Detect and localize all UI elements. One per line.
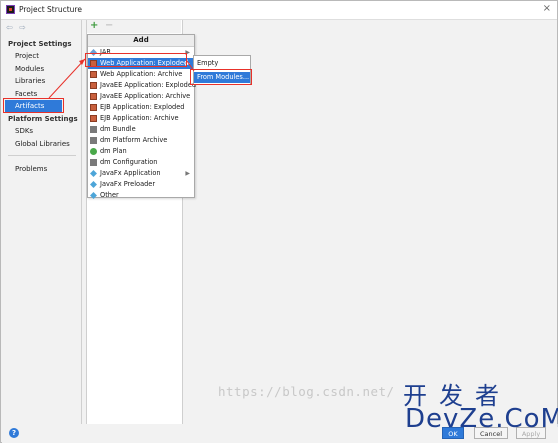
menu-item-label: Web Application: Exploded (100, 59, 189, 67)
menu-item-label: dm Plan (100, 147, 127, 155)
menu-item-web-archive[interactable]: Web Application: Archive (88, 69, 194, 80)
platform-settings-header: Platform Settings (8, 115, 78, 123)
back-forward-icon[interactable]: ⇦ ⇨ (6, 23, 28, 32)
menu-item-javafx-preloader[interactable]: JavaFx Preloader (88, 179, 194, 190)
menu-item-label: EJB Application: Archive (100, 114, 179, 122)
sidebar-item-modules[interactable]: Modules (15, 65, 44, 73)
menu-item-jar[interactable]: JAR ▶ (88, 47, 194, 58)
submenu-item-from-modules[interactable]: From Modules... (194, 72, 250, 83)
watermark-url: https://blog.csdn.net/ (218, 384, 395, 399)
javaee-exploded-icon (90, 82, 97, 89)
dm-plan-icon (90, 148, 97, 155)
submenu-arrow-icon: ▶ (185, 49, 190, 56)
sidebar-item-problems[interactable]: Problems (15, 165, 47, 173)
close-button[interactable]: × (543, 3, 551, 14)
project-settings-header: Project Settings (8, 40, 72, 48)
menu-item-label: JavaFx Preloader (100, 180, 156, 188)
menu-item-label: dm Bundle (100, 125, 136, 133)
menu-item-ejb-exploded[interactable]: EJB Application: Exploded (88, 102, 194, 113)
title-bar: Project Structure × (1, 1, 557, 20)
sidebar-item-sdks[interactable]: SDKs (15, 127, 33, 135)
other-icon (90, 192, 97, 199)
add-menu: Add JAR ▶ Web Application: Exploded ▶ We… (87, 34, 197, 201)
sidebar-item-artifacts[interactable]: Artifacts (5, 100, 62, 112)
menu-item-label: JAR (100, 48, 111, 56)
menu-item-label: JavaFx Application (100, 169, 161, 177)
add-menu-title: Add (88, 35, 194, 47)
javafx-preloader-icon (90, 181, 97, 188)
remove-icon[interactable]: − (105, 20, 113, 31)
sidebar-item-facets[interactable]: Facets (15, 90, 37, 98)
sidebar-item-global-libraries[interactable]: Global Libraries (15, 140, 70, 148)
menu-item-label: JavaEE Application: Exploded (100, 81, 197, 89)
submenu-arrow-icon: ▶ (185, 60, 190, 67)
sidebar: ⇦ ⇨ Project Settings Project Modules Lib… (2, 20, 82, 424)
menu-item-dm-configuration[interactable]: dm Configuration (88, 157, 194, 168)
menu-item-dm-bundle[interactable]: dm Bundle (88, 124, 194, 135)
menu-item-label: Web Application: Archive (100, 70, 183, 78)
menu-item-dm-platform-archive[interactable]: dm Platform Archive (88, 135, 194, 146)
web-exploded-submenu: Empty From Modules... (193, 55, 251, 85)
web-exploded-icon (90, 60, 97, 67)
ejb-exploded-icon (90, 104, 97, 111)
dm-platform-icon (90, 137, 97, 144)
menu-item-dm-plan[interactable]: dm Plan (88, 146, 194, 157)
menu-item-ejb-archive[interactable]: EJB Application: Archive (88, 113, 194, 124)
menu-item-other[interactable]: Other (88, 190, 194, 201)
watermark-logo-en: DevZe.CoM (405, 404, 558, 434)
javafx-app-icon (90, 170, 97, 177)
artifacts-toolbar: + − (87, 20, 181, 33)
window-title: Project Structure (19, 5, 82, 14)
menu-item-javafx-application[interactable]: JavaFx Application ▶ (88, 168, 194, 179)
menu-item-label: EJB Application: Exploded (100, 103, 185, 111)
dm-config-icon (90, 159, 97, 166)
dm-bundle-icon (90, 126, 97, 133)
intellij-icon (6, 5, 15, 14)
menu-item-web-exploded[interactable]: Web Application: Exploded ▶ (88, 58, 194, 69)
sidebar-item-project[interactable]: Project (15, 52, 39, 60)
help-icon[interactable]: ? (9, 428, 19, 438)
sidebar-divider (8, 155, 76, 156)
menu-item-label: dm Platform Archive (100, 136, 168, 144)
menu-item-javaee-archive[interactable]: JavaEE Application: Archive (88, 91, 194, 102)
submenu-item-empty[interactable]: Empty (194, 58, 250, 69)
menu-item-label: dm Configuration (100, 158, 158, 166)
add-icon[interactable]: + (90, 20, 98, 31)
menu-item-javaee-exploded[interactable]: JavaEE Application: Exploded (88, 80, 197, 91)
sidebar-item-libraries[interactable]: Libraries (15, 77, 45, 85)
jar-icon (90, 49, 97, 56)
menu-item-label: JavaEE Application: Archive (100, 92, 191, 100)
submenu-arrow-icon: ▶ (185, 170, 190, 177)
javaee-archive-icon (90, 93, 97, 100)
ejb-archive-icon (90, 115, 97, 122)
menu-item-label: Other (100, 191, 119, 199)
web-archive-icon (90, 71, 97, 78)
